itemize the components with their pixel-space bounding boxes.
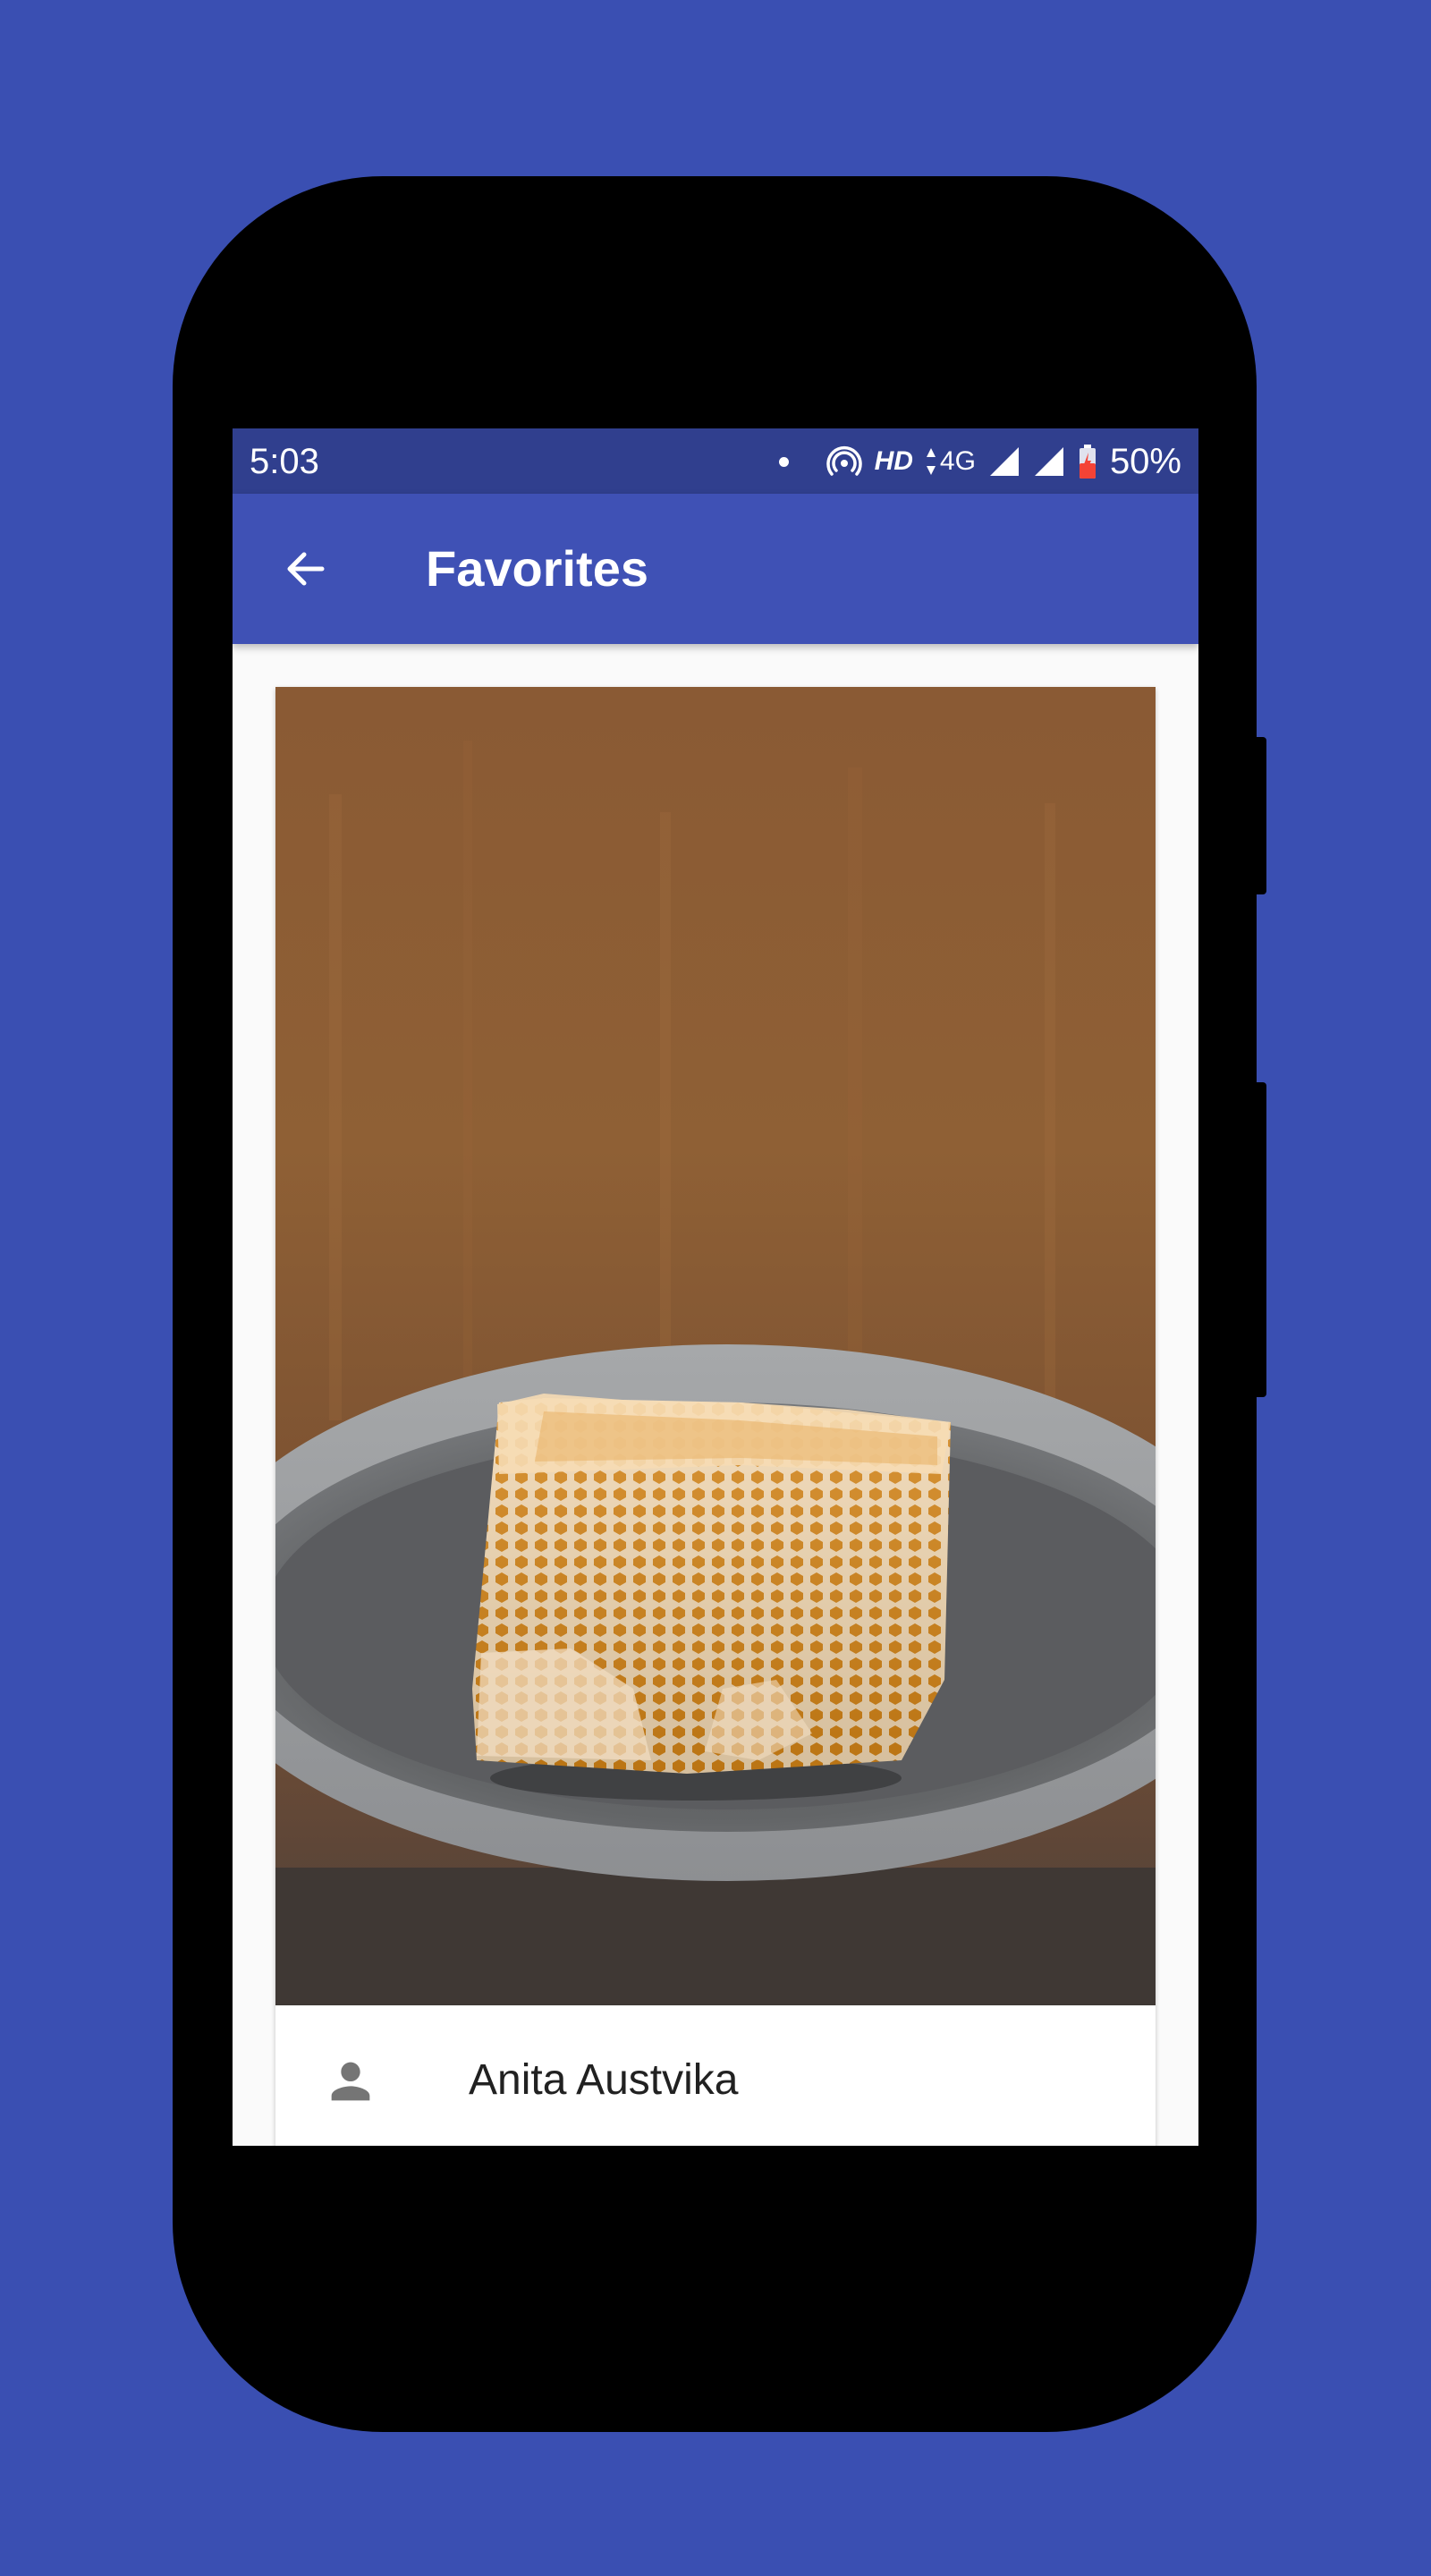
hotspot-icon <box>826 446 862 476</box>
network-type: 4G <box>939 446 976 476</box>
signal-icon <box>989 447 1019 476</box>
honeycomb-photo[interactable] <box>275 687 1156 2005</box>
favorite-card[interactable]: Anita Austvika <box>275 687 1156 2146</box>
arrow-back-icon <box>287 552 325 586</box>
signal-icon <box>1034 447 1063 476</box>
status-bar: 5:03 HD 4G 50% <box>233 428 1198 494</box>
app-bar: Favorites <box>233 494 1198 644</box>
device-screen: 5:03 HD 4G 50% Favorites Anita Austvika <box>233 428 1198 2146</box>
status-time: 5:03 <box>250 442 319 481</box>
author-name: Anita Austvika <box>469 2056 739 2104</box>
card-footer: Anita Austvika <box>275 2005 1156 2146</box>
battery-charging-icon <box>1079 445 1096 479</box>
hd-voice-indicator: HD <box>874 446 913 476</box>
battery-percentage: 50% <box>1109 442 1181 481</box>
person-icon <box>331 2062 370 2101</box>
data-arrows-icon <box>926 448 936 475</box>
volume-button <box>1257 1082 1266 1397</box>
notification-dot-icon <box>778 456 789 467</box>
status-icons: HD 4G 50% <box>778 439 1181 484</box>
page-title: Favorites <box>426 540 648 597</box>
power-button <box>1257 737 1266 894</box>
back-button[interactable] <box>268 531 343 606</box>
